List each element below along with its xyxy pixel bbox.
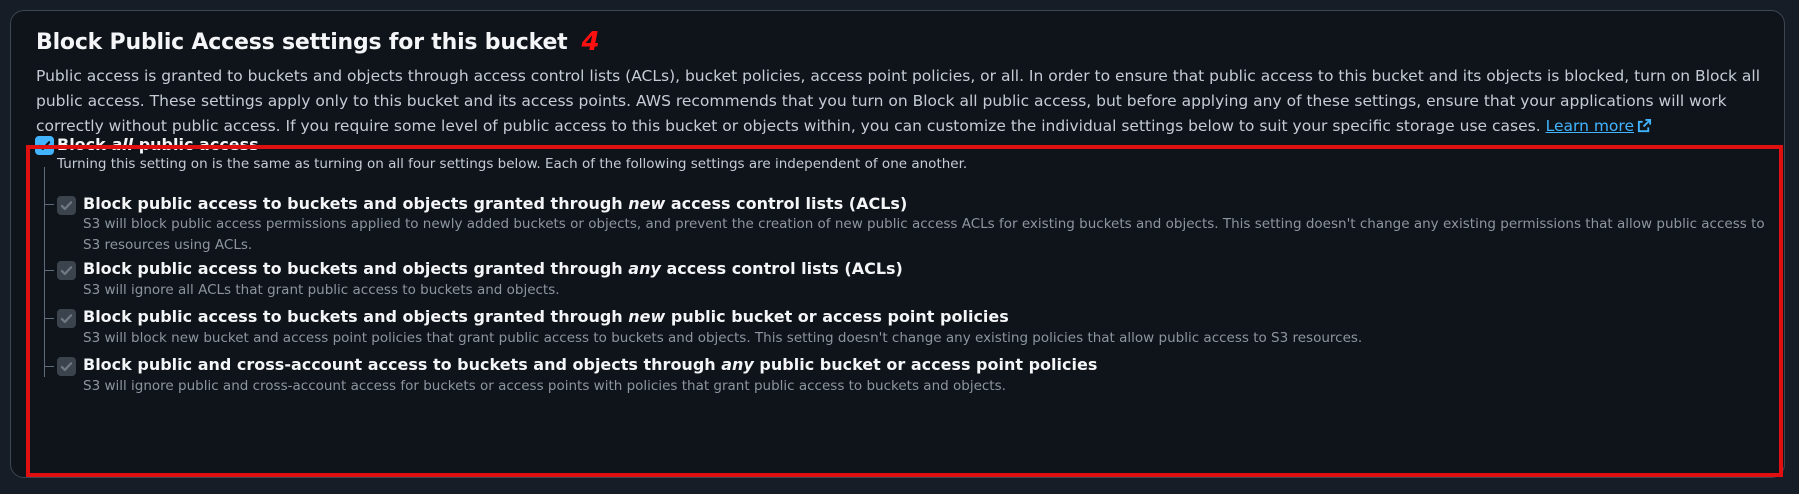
block-any-acls-label[interactable]: Block public access to buckets and objec… bbox=[83, 259, 903, 278]
block-new-policies-label[interactable]: Block public access to buckets and objec… bbox=[83, 307, 1009, 326]
block-new-policies-description: S3 will block new bucket and access poin… bbox=[83, 330, 1363, 346]
learn-more-link[interactable]: Learn more bbox=[1546, 117, 1652, 135]
description-text: Public access is granted to buckets and … bbox=[36, 67, 1761, 135]
option-label-pre: Block public and cross-account access to… bbox=[83, 355, 722, 374]
option-label-post: access control lists (ACLs) bbox=[665, 194, 908, 213]
option-label-em: any bbox=[628, 259, 661, 278]
block-all-label-post: public access bbox=[133, 135, 259, 154]
block-public-access-panel: Block Public Access settings for this bu… bbox=[10, 10, 1785, 478]
check-icon bbox=[38, 141, 51, 151]
option-label-pre: Block public access to buckets and objec… bbox=[83, 307, 629, 326]
tree-line bbox=[44, 167, 45, 377]
block-any-policies-checkbox[interactable] bbox=[57, 357, 76, 376]
block-new-acls-description: S3 will block public access permissions … bbox=[83, 216, 1765, 253]
option-label-post: public bucket or access point policies bbox=[753, 355, 1098, 374]
option-label-post: public bucket or access point policies bbox=[665, 307, 1009, 326]
block-all-label-em: all bbox=[111, 135, 134, 154]
block-all-description: Turning this setting on is the same as t… bbox=[57, 156, 968, 172]
tree-branch bbox=[44, 270, 54, 271]
check-icon bbox=[60, 201, 73, 211]
block-all-label-pre: Block bbox=[57, 135, 112, 154]
tree-branch bbox=[44, 204, 54, 205]
option-label-pre: Block public access to buckets and objec… bbox=[83, 259, 629, 278]
block-any-acls-description: S3 will ignore all ACLs that grant publi… bbox=[83, 282, 560, 298]
block-new-acls-checkbox[interactable] bbox=[57, 196, 76, 215]
external-link-icon bbox=[1637, 116, 1652, 141]
check-icon bbox=[60, 362, 73, 372]
block-new-policies-checkbox[interactable] bbox=[57, 309, 76, 328]
block-any-acls-checkbox[interactable] bbox=[57, 261, 76, 280]
section-title: Block Public Access settings for this bu… bbox=[36, 29, 568, 55]
option-label-em: new bbox=[628, 194, 666, 213]
option-label-post: access control lists (ACLs) bbox=[660, 259, 903, 278]
tree-branch bbox=[44, 318, 54, 319]
tree-branch bbox=[44, 366, 54, 367]
option-label-em: new bbox=[628, 307, 666, 326]
option-label-em: any bbox=[721, 355, 754, 374]
block-any-policies-description: S3 will ignore public and cross-account … bbox=[83, 378, 1006, 394]
section-description: Public access is granted to buckets and … bbox=[36, 64, 1766, 141]
check-icon bbox=[60, 314, 73, 324]
annotation-number: 4 bbox=[581, 27, 600, 57]
block-any-policies-label[interactable]: Block public and cross-account access to… bbox=[83, 355, 1097, 374]
block-all-checkbox[interactable] bbox=[35, 136, 54, 155]
block-all-label[interactable]: Block all public access bbox=[57, 135, 259, 154]
check-icon bbox=[60, 266, 73, 276]
title-row: Block Public Access settings for this bu… bbox=[36, 29, 600, 55]
learn-more-label[interactable]: Learn more bbox=[1546, 117, 1634, 135]
block-new-acls-label[interactable]: Block public access to buckets and objec… bbox=[83, 194, 907, 213]
option-label-pre: Block public access to buckets and objec… bbox=[83, 194, 629, 213]
